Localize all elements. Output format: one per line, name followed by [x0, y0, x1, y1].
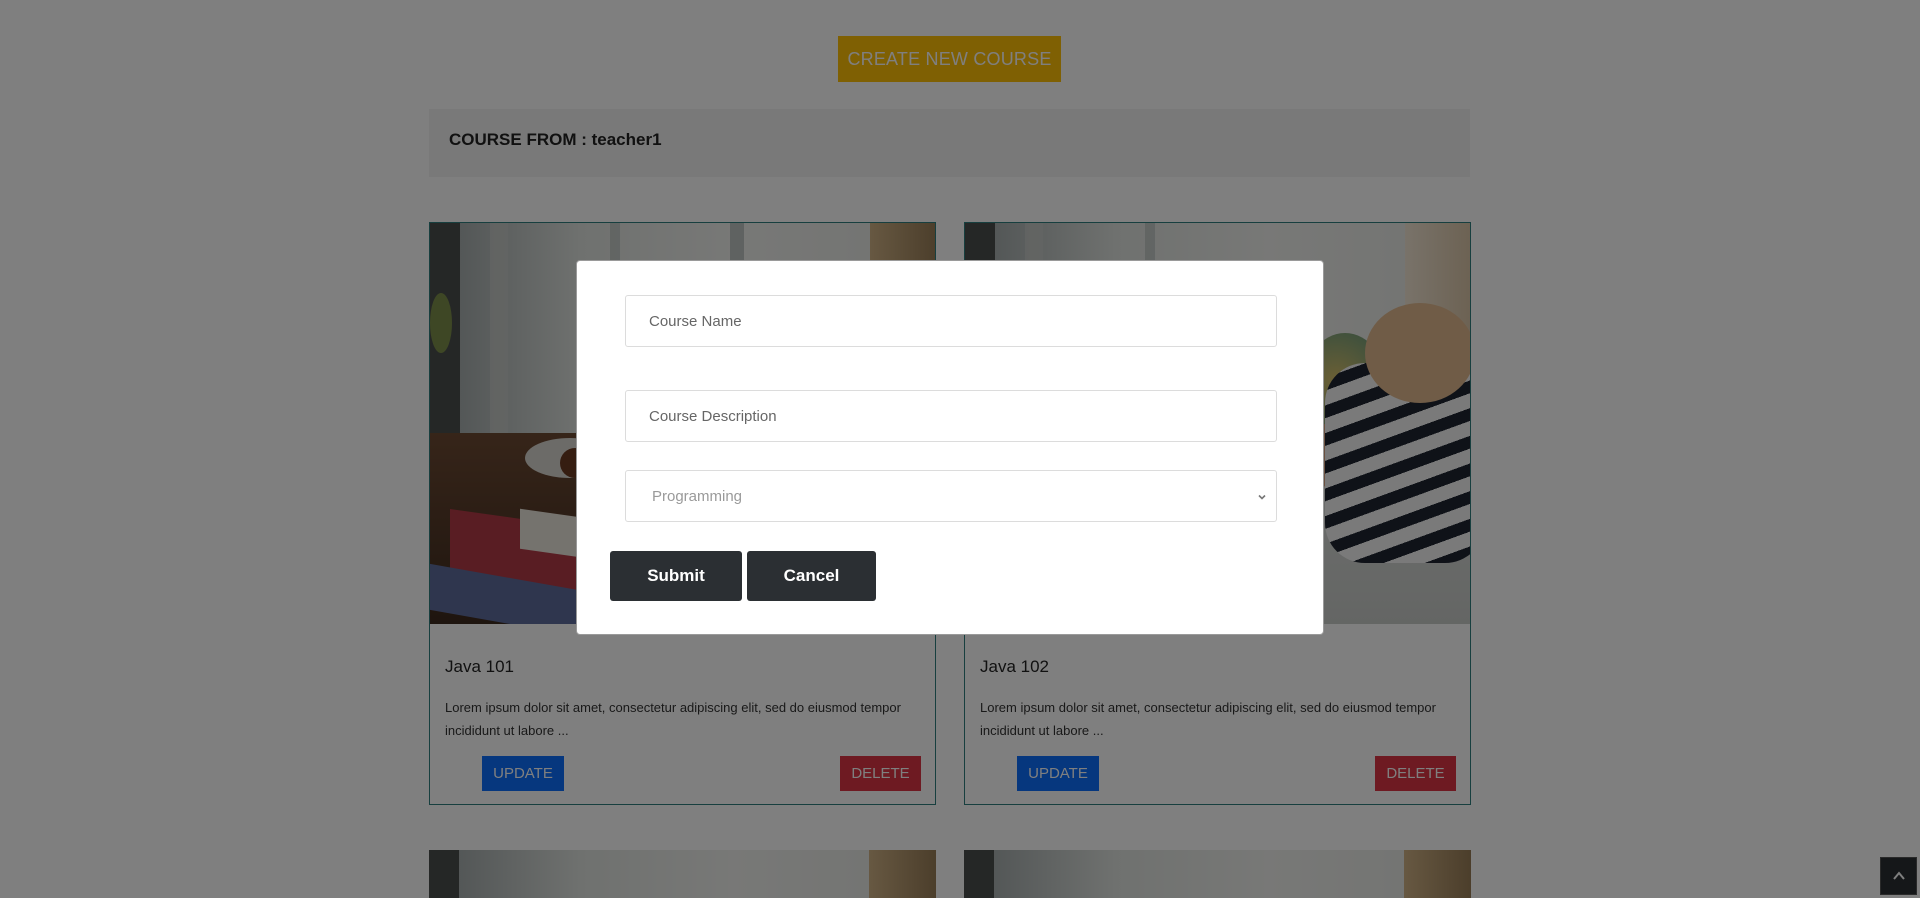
- category-selected-value: Programming: [652, 488, 743, 505]
- category-select[interactable]: Programming: [625, 470, 1277, 522]
- course-name-input[interactable]: [625, 295, 1277, 347]
- course-description-input[interactable]: [625, 390, 1277, 442]
- create-course-modal: Programming Submit Cancel: [576, 260, 1324, 635]
- cancel-button[interactable]: Cancel: [747, 551, 876, 601]
- chevron-down-icon: [1258, 494, 1266, 500]
- submit-button[interactable]: Submit: [610, 551, 742, 601]
